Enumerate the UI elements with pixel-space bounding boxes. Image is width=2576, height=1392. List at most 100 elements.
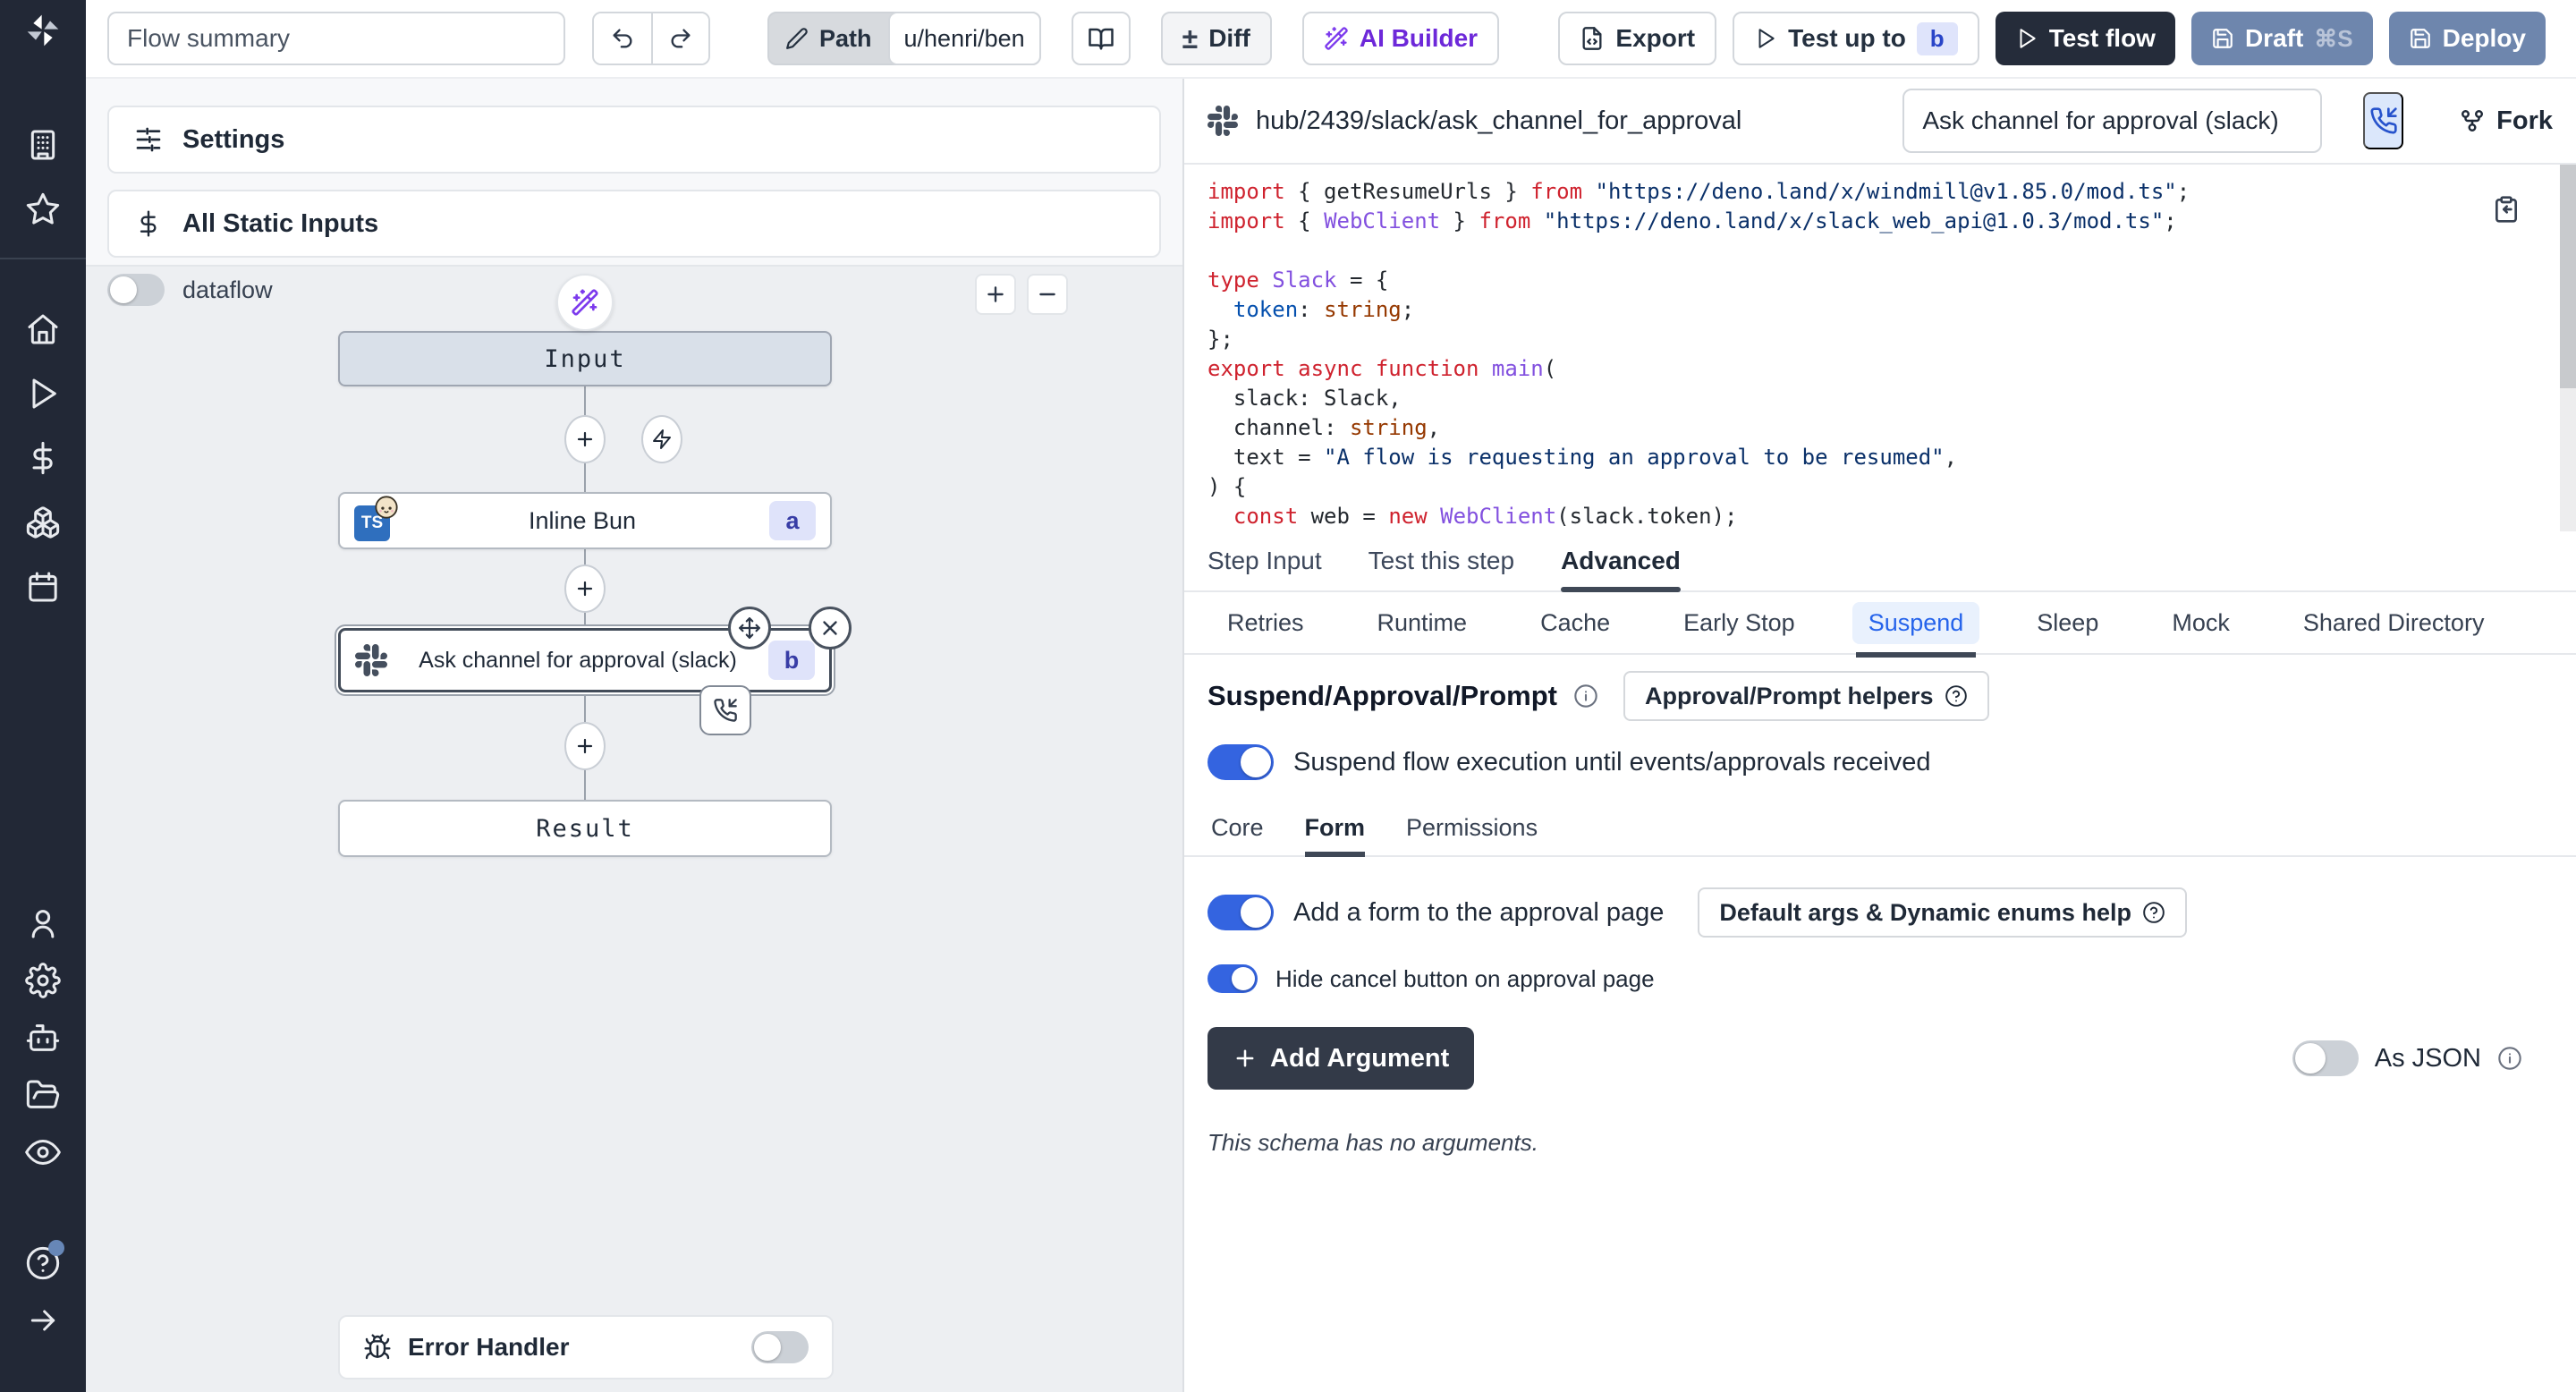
fork-button[interactable]: Fork [2459, 106, 2553, 136]
tab-step-input[interactable]: Step Input [1208, 531, 1322, 590]
variables-dollar-icon[interactable] [25, 440, 61, 476]
folders-folder-icon[interactable] [25, 1077, 61, 1113]
sidebar-divider [0, 258, 86, 259]
diff-button[interactable]: ± Diff [1161, 12, 1272, 65]
error-handler-toggle[interactable] [751, 1331, 809, 1363]
save-icon [2211, 27, 2234, 50]
step-detail-panel: hub/2439/slack/ask_channel_for_approval … [1182, 79, 2576, 1392]
tab-shared-directory[interactable]: Shared Directory [2287, 602, 2501, 644]
code-editor[interactable]: import { getResumeUrls } from "https://d… [1184, 165, 2576, 531]
workspace-building-icon[interactable] [25, 127, 61, 163]
as-json-toggle[interactable] [2292, 1040, 2359, 1076]
hub-script-path[interactable]: hub/2439/slack/ask_channel_for_approval [1256, 106, 1741, 136]
resources-boxes-icon[interactable] [25, 505, 61, 540]
paste-clipboard-icon[interactable] [2492, 195, 2521, 224]
add-step-button[interactable] [564, 564, 606, 613]
expand-sidebar-arrow-icon[interactable] [25, 1303, 61, 1338]
step-b-badge: b [768, 641, 815, 680]
diff-label: Diff [1208, 24, 1250, 53]
suspend-heading: Suspend/Approval/Prompt [1208, 680, 1557, 712]
workers-robot-icon[interactable] [25, 1020, 61, 1056]
suspend-phone-badge[interactable] [699, 685, 751, 735]
dollar-icon [134, 209, 163, 238]
undo-button[interactable] [594, 13, 651, 64]
ai-builder-button[interactable]: AI Builder [1302, 12, 1499, 65]
suspend-sub-tabs: Core Form Permissions [1184, 800, 2576, 857]
approval-step-label: Ask channel for approval (slack) [387, 648, 768, 674]
suspend-phone-button[interactable] [2363, 92, 2403, 149]
code-content[interactable]: import { getResumeUrls } from "https://d… [1208, 177, 2190, 531]
windmill-logo-icon[interactable] [25, 13, 61, 48]
result-node[interactable]: Result [338, 800, 832, 857]
export-button[interactable]: Export [1558, 12, 1716, 65]
as-json-row: As JSON [2292, 1027, 2522, 1090]
tab-sleep[interactable]: Sleep [2021, 602, 2114, 644]
move-step-button[interactable] [728, 607, 771, 649]
step-name-input[interactable] [1902, 89, 2322, 153]
tab-test-this-step[interactable]: Test this step [1368, 531, 1514, 590]
default-args-help-button[interactable]: Default args & Dynamic enums help [1698, 887, 2187, 938]
dataflow-toggle[interactable] [107, 274, 165, 306]
add-argument-button[interactable]: Add Argument [1208, 1027, 1474, 1090]
favorites-star-icon[interactable] [25, 191, 61, 227]
test-up-to-button[interactable]: Test up to b [1733, 12, 1979, 65]
wand-sparkles-icon [1324, 26, 1349, 51]
tab-cache[interactable]: Cache [1524, 602, 1626, 644]
input-node[interactable]: Input [338, 331, 832, 386]
all-static-inputs-row[interactable]: All Static Inputs [107, 190, 1161, 258]
draft-button[interactable]: Draft ⌘S [2191, 12, 2373, 65]
undo-redo-group [592, 12, 710, 65]
path-value[interactable]: u/henri/ben [888, 12, 1041, 65]
save-icon [2409, 27, 2432, 50]
default-args-label: Default args & Dynamic enums help [1719, 899, 2131, 927]
ai-flow-wand-button[interactable] [556, 274, 614, 331]
add-form-label: Add a form to the approval page [1293, 898, 1664, 928]
tab-suspend[interactable]: Suspend [1852, 602, 1980, 644]
file-code-icon [1580, 26, 1605, 51]
tab-early-stop[interactable]: Early Stop [1667, 602, 1811, 644]
audit-eye-icon[interactable] [25, 1134, 61, 1170]
result-node-label: Result [354, 815, 816, 843]
path-edit-button[interactable]: Path [769, 13, 888, 64]
deploy-button[interactable]: Deploy [2389, 12, 2546, 65]
info-icon[interactable] [1573, 683, 1598, 709]
settings-gear-icon[interactable] [25, 963, 61, 998]
hide-cancel-toggle[interactable] [1208, 964, 1258, 993]
play-icon [2015, 27, 2038, 50]
tab-permissions[interactable]: Permissions [1406, 800, 1538, 855]
tab-retries[interactable]: Retries [1211, 602, 1320, 644]
error-handler-row[interactable]: Error Handler [338, 1315, 834, 1379]
diff-plus-minus-icon: ± [1182, 22, 1199, 55]
code-scrollbar-thumb[interactable] [2560, 165, 2576, 388]
suspend-toggle-label: Suspend flow execution until events/appr… [1293, 748, 1931, 777]
inline-bun-node[interactable]: TS Inline Bun a [338, 492, 832, 549]
delete-step-button[interactable] [809, 607, 852, 649]
schedules-calendar-icon[interactable] [25, 569, 61, 605]
home-icon[interactable] [25, 311, 61, 347]
test-flow-button[interactable]: Test flow [1996, 12, 2175, 65]
runs-play-icon[interactable] [25, 376, 61, 412]
users-person-icon[interactable] [25, 905, 61, 941]
add-trigger-zap-button[interactable] [641, 415, 682, 463]
tab-core[interactable]: Core [1211, 800, 1264, 855]
tab-mock[interactable]: Mock [2156, 602, 2246, 644]
approval-prompt-helpers-button[interactable]: Approval/Prompt helpers [1623, 671, 1989, 721]
tab-form[interactable]: Form [1305, 800, 1366, 855]
suspend-execution-toggle[interactable] [1208, 744, 1274, 780]
add-step-button[interactable] [564, 415, 606, 463]
redo-button[interactable] [651, 13, 708, 64]
zoom-out-button[interactable] [1027, 274, 1068, 315]
info-icon[interactable] [2497, 1046, 2522, 1071]
flow-editor-toolbar: Path u/henri/ben ± Diff AI Builder Expor… [86, 0, 2576, 79]
tab-runtime[interactable]: Runtime [1361, 602, 1484, 644]
flow-summary-input[interactable] [107, 12, 565, 65]
flow-settings-row[interactable]: Settings [107, 106, 1161, 174]
add-step-button[interactable] [564, 722, 606, 770]
code-scrollbar-track[interactable] [2560, 165, 2576, 531]
draft-label: Draft [2245, 24, 2303, 53]
docs-book-button[interactable] [1072, 12, 1131, 65]
flow-graph-canvas[interactable]: dataflow Input TS Inline Bun a Ask chann… [86, 265, 1182, 1392]
zoom-in-button[interactable] [975, 274, 1016, 315]
tab-advanced[interactable]: Advanced [1561, 531, 1681, 590]
add-form-toggle[interactable] [1208, 895, 1274, 930]
